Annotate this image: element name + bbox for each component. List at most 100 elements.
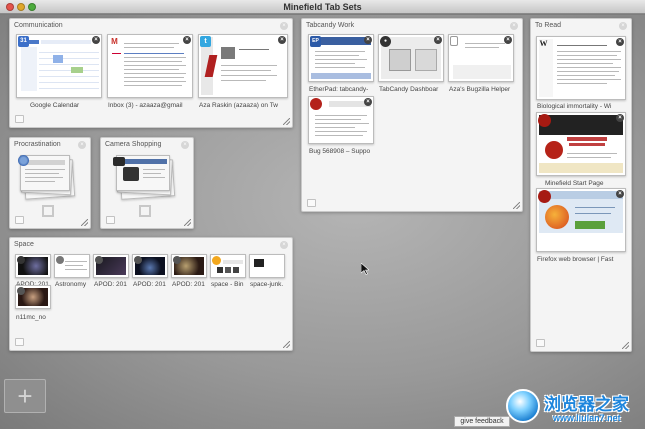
close-icon[interactable]: × [504,36,512,44]
close-icon[interactable]: × [280,22,288,30]
minefield-icon [538,114,551,127]
group-title[interactable]: To Read [535,22,561,29]
tab-minefield-start-page[interactable]: × [536,112,626,176]
app-tab-icon[interactable] [15,115,24,123]
apod-icon [17,287,25,295]
maximize-window-button[interactable] [28,3,36,11]
group-title[interactable]: Communication [14,22,63,29]
wikipedia-icon: W [539,39,548,48]
app-tab-icon[interactable] [307,199,316,207]
apod-icon [173,256,181,264]
tab-label: Minefield Start Page [545,180,604,187]
close-icon[interactable]: × [364,36,372,44]
resize-handle[interactable] [283,118,290,125]
watermark-text: 浏览器之家 [544,395,629,414]
close-icon[interactable]: × [280,241,288,249]
resize-handle[interactable] [81,219,88,226]
tab-thumbnail [19,37,99,95]
app-tab-icon[interactable] [15,216,24,224]
tab-google-calendar[interactable]: 31 × [16,34,102,98]
close-icon[interactable]: × [616,114,624,122]
space-tab[interactable] [210,254,246,278]
etherpad-icon: EP [310,36,321,47]
close-icon[interactable]: × [616,190,624,198]
close-icon[interactable]: × [78,141,86,149]
space-tab[interactable] [132,254,168,278]
group-title[interactable]: Camera Shopping [105,141,161,148]
tab-label: Biological immortality - Wi [537,103,612,110]
watermark-logo [506,389,540,423]
close-window-button[interactable] [6,3,14,11]
group-title[interactable]: Space [14,241,34,248]
add-group-button[interactable]: + [4,379,46,413]
window-titlebar: Minefield Tab Sets [0,0,645,14]
give-feedback-button[interactable]: give feedback [454,416,510,427]
tab-thumbnail [539,191,623,249]
space-tab[interactable] [171,254,207,278]
space-tab[interactable] [15,254,51,278]
close-icon[interactable]: × [619,22,627,30]
app-tab-icon[interactable] [106,216,115,224]
tab-firefox-web-browser[interactable]: × [536,188,626,252]
close-icon[interactable]: × [510,22,518,30]
bugzilla-icon [310,98,322,110]
space-tab[interactable] [54,254,90,278]
resize-handle[interactable] [283,341,290,348]
resize-handle[interactable] [184,219,191,226]
watermark-url: www.liulan7.net [553,413,621,423]
tab-label: APOD: 201 [94,281,127,288]
tab-thumbnail [451,37,511,79]
close-icon[interactable]: × [434,36,442,44]
tab-thumbnail [539,39,623,97]
group-communication[interactable]: Communication × 31 × Google Calendar M ×… [9,18,293,128]
group-to-read[interactable]: To Read × W × Biological immortality - W… [530,18,632,352]
group-title[interactable]: Tabcandy Work [306,22,354,29]
close-icon[interactable]: × [616,38,624,46]
expand-stack-icon[interactable] [139,205,151,217]
expand-stack-icon[interactable] [42,205,54,217]
group-tabcandy-work[interactable]: Tabcandy Work × EP × EtherPad: tabcandy-… [301,18,523,212]
bing-icon [212,256,221,265]
space-tab[interactable] [15,285,51,309]
space-tab[interactable] [93,254,129,278]
tab-label: TabCandy Dashboar [379,86,439,93]
tab-biological-immortality[interactable]: W × [536,36,626,100]
tab-thumbnail [110,37,190,95]
group-procrastination[interactable]: Procrastination × [9,137,91,229]
firefox-icon [538,190,551,203]
space-tab[interactable] [249,254,285,278]
tab-label: Aza Raskin (azaaza) on Tw [199,102,278,109]
tab-label: Google Calendar [30,102,80,109]
group-space[interactable]: Space × APOD: 201 Astronomy APOD: 201 AP… [9,237,293,351]
tab-label: Firefox web browser | Fast [537,256,614,263]
twitter-icon: t [200,36,211,47]
tab-bugzilla-helper[interactable]: × [448,34,514,82]
tab-tabcandy-dashboard[interactable]: ● × [378,34,444,82]
tab-label: space - Bin [211,281,244,288]
tab-bug-568908[interactable]: × [308,96,374,144]
close-icon[interactable]: × [92,36,100,44]
tab-etherpad[interactable]: EP × [308,34,374,82]
group-title[interactable]: Procrastination [14,141,61,148]
document-icon [450,36,458,46]
tab-label: Astronomy [55,281,87,288]
tab-gmail-inbox[interactable]: M × [107,34,193,98]
apod-icon [56,256,64,264]
app-tab-icon[interactable] [536,339,545,347]
app-tab-icon[interactable] [15,338,24,346]
close-icon[interactable]: × [278,36,286,44]
close-icon[interactable]: × [364,98,372,106]
apod-icon [95,256,103,264]
tab-thumbnail [539,115,623,173]
close-icon[interactable]: × [181,141,189,149]
resize-handle[interactable] [513,202,520,209]
close-icon[interactable]: × [183,36,191,44]
minimize-window-button[interactable] [17,3,25,11]
calendar-icon: 31 [18,36,29,47]
resize-handle[interactable] [622,342,629,349]
tab-twitter[interactable]: t × [198,34,288,98]
tab-label: space-junk. [250,281,284,288]
gmail-icon: M [111,37,118,46]
group-camera-shopping[interactable]: Camera Shopping × [100,137,194,229]
tab-label: Inbox (3) - azaaza@gmail [108,102,183,109]
